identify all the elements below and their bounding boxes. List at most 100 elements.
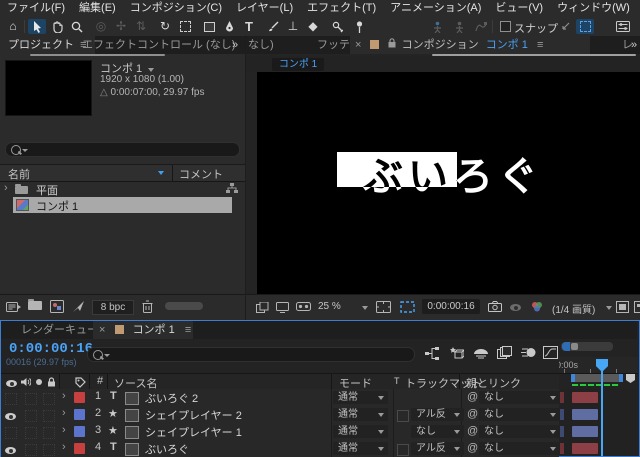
magnification-select[interactable]: 25 % [318, 301, 341, 312]
comp-viewport[interactable]: ぶいろぐ ぶいろぐ [246, 72, 640, 294]
expander-icon[interactable]: › [62, 407, 66, 419]
close-icon[interactable]: × [350, 39, 366, 51]
label-column-icon[interactable] [75, 377, 86, 388]
panel-menu-icon[interactable]: ≡ [185, 324, 191, 336]
tab-effect-controls[interactable]: エフェクトコントロール (なし) [82, 36, 235, 54]
pan-camera-tool-icon[interactable]: ✢ [112, 19, 130, 34]
composition-mini-flowchart-icon[interactable] [425, 347, 441, 360]
layer-name[interactable]: シェイプレイヤー 2 [145, 407, 242, 423]
zoom-tool-icon[interactable] [68, 19, 86, 34]
roto-brush-tool-icon[interactable] [328, 19, 346, 34]
motion-blur-icon[interactable] [521, 346, 537, 359]
comp-name[interactable]: コンポ 1 [36, 198, 78, 214]
solo-toggle[interactable] [25, 427, 37, 439]
project-search-input[interactable] [5, 142, 240, 157]
lock-toggle[interactable] [43, 444, 55, 456]
tab-render-queue[interactable]: レンダーキュー [21, 321, 98, 339]
zoom-slider-handle[interactable] [562, 342, 570, 351]
column-comment[interactable]: コメント [179, 166, 223, 182]
expander-icon[interactable]: › [62, 390, 66, 402]
column-divider[interactable] [331, 374, 332, 390]
menu-view[interactable]: ビュー(V) [488, 0, 550, 17]
work-area-bar[interactable] [571, 374, 623, 382]
layer-duration-bar-4[interactable] [572, 443, 598, 454]
video-toggle[interactable] [5, 393, 17, 405]
layer-row-1[interactable]: › 1 T ぶいろぐ 2 通常 @ なし [1, 389, 560, 407]
layer-name[interactable]: シェイプレイヤー 1 [145, 424, 242, 440]
timeline-search-input[interactable] [87, 347, 415, 362]
column-preserve-transparency[interactable]: T [394, 376, 400, 386]
video-toggle-eye-icon[interactable] [5, 445, 16, 457]
type-tool-icon[interactable]: T [240, 19, 258, 34]
puppet-pin-tool-icon[interactable] [350, 19, 368, 34]
mask-visibility-icon[interactable] [576, 19, 594, 34]
menu-composition[interactable]: コンポジション(C) [123, 0, 229, 17]
layer-thumbnail-icon[interactable] [125, 409, 139, 422]
hand-tool-icon[interactable] [48, 19, 66, 34]
menu-file[interactable]: ファイル(F) [0, 0, 72, 17]
layer-duration-bar-1[interactable] [572, 392, 598, 403]
interpret-footage-icon[interactable] [6, 301, 21, 313]
tab-timeline-comp[interactable]: × コンポ 1 ≡ [93, 321, 193, 339]
layer-label-color[interactable] [74, 426, 85, 437]
column-divider[interactable] [107, 374, 108, 390]
flowchart-mini-icon[interactable] [226, 183, 238, 194]
column-divider[interactable] [59, 374, 60, 390]
layer-thumbnail-icon[interactable] [125, 392, 139, 405]
layer-thumbnail-icon[interactable] [125, 443, 139, 456]
project-row-folder[interactable]: › 平面 [0, 181, 245, 197]
pickwhip-icon[interactable]: @ [467, 391, 478, 403]
layer-label-color[interactable] [74, 443, 85, 454]
tabbar-scroll-thumb[interactable] [30, 54, 165, 56]
properties-panel-icon[interactable] [614, 19, 632, 34]
matte-toggle[interactable] [397, 410, 409, 422]
track-matte-select[interactable]: なし [411, 425, 464, 438]
layer-label-color[interactable] [74, 392, 85, 403]
dolly-camera-tool-icon[interactable]: ⇅ [132, 19, 150, 34]
layer-row-3[interactable]: › 3 ★ シェイプレイヤー 1 通常 なし @ なし [1, 423, 560, 441]
layer-row-2[interactable]: › 2 ★ シェイプレイヤー 2 通常 アル反 @ なし [1, 406, 560, 424]
draft-3d-icon[interactable] [449, 346, 464, 360]
comp-canvas[interactable]: ぶいろぐ ぶいろぐ [257, 72, 640, 294]
snapshot-camera-icon[interactable] [488, 301, 502, 312]
axis-mode-local-icon[interactable] [428, 19, 446, 34]
color-depth-button[interactable]: 8 bpc [92, 300, 134, 315]
column-divider[interactable] [89, 374, 90, 390]
layer-thumbnail-icon[interactable] [125, 426, 139, 439]
video-toggle[interactable] [5, 427, 17, 439]
expander-icon[interactable]: › [4, 182, 8, 194]
layer-row-4[interactable]: › 4 T ぶいろぐ 通常 アル反 @ なし [1, 440, 560, 457]
work-area-start-handle[interactable] [571, 374, 575, 382]
timeline-zoom-slider[interactable] [561, 342, 613, 351]
video-toggle-eye-icon[interactable] [5, 411, 16, 423]
column-number[interactable]: # [97, 375, 103, 387]
camera-tool-icon[interactable] [176, 19, 194, 34]
menu-layer[interactable]: レイヤー(L) [229, 0, 300, 17]
shy-layers-icon[interactable] [473, 347, 489, 359]
home-icon[interactable]: ⌂ [4, 19, 22, 34]
layer-label-color[interactable] [74, 409, 85, 420]
pickwhip-icon[interactable]: @ [467, 442, 478, 454]
layer-bar-clipped[interactable] [560, 392, 564, 403]
safe-margins-icon[interactable] [376, 301, 391, 313]
lock-toggle[interactable] [43, 427, 55, 439]
solo-toggle[interactable] [25, 410, 37, 422]
current-timecode[interactable]: 0:00:00:16 [9, 341, 93, 357]
layer-bar-clipped[interactable] [560, 443, 564, 454]
menu-animation[interactable]: アニメーション(A) [383, 0, 488, 17]
pickwhip-icon[interactable]: @ [467, 425, 478, 437]
track-matte-select[interactable]: アル反 [411, 442, 464, 455]
solo-toggle[interactable] [25, 393, 37, 405]
track-area[interactable] [559, 389, 638, 456]
viewer-timecode-field[interactable]: 0:00:00:16 [422, 299, 480, 314]
new-folder-icon[interactable] [28, 299, 42, 313]
matte-toggle[interactable] [397, 444, 409, 456]
layer-bar-clipped[interactable] [560, 409, 564, 420]
parent-select[interactable]: なし [479, 408, 560, 421]
comp-navigator-button[interactable]: コンポ 1 [272, 58, 324, 71]
project-settings-icon[interactable] [72, 300, 85, 313]
blend-mode-select[interactable]: 通常 [333, 408, 388, 421]
axis-mode-view-icon[interactable] [472, 19, 490, 34]
show-snapshot-icon[interactable] [510, 303, 521, 314]
pixel-aspect-icon[interactable] [634, 301, 640, 313]
